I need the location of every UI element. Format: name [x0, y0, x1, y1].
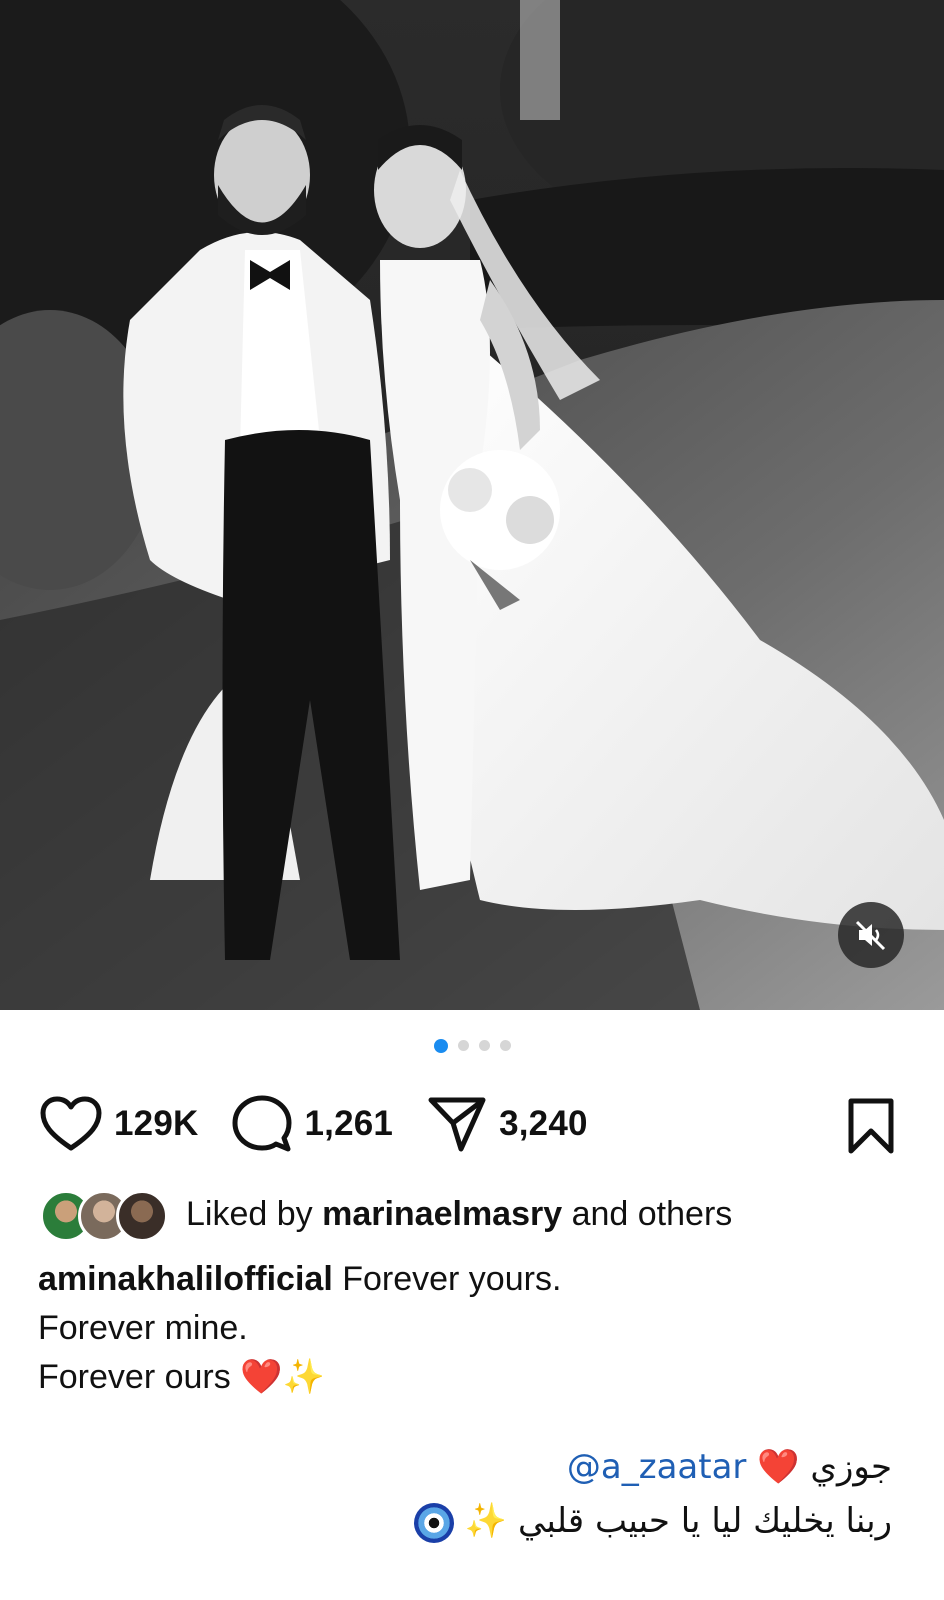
- caption-line-1: Forever yours.: [342, 1260, 562, 1298]
- carousel-dot: [457, 1040, 469, 1051]
- liked-by-text: Liked by marinaelmasry and others: [186, 1195, 732, 1234]
- sparkles-emoji: ✨: [464, 1501, 508, 1541]
- caption-line-3: Forever ours: [38, 1358, 231, 1396]
- bookmark-icon: [848, 1098, 894, 1154]
- liked-by-row[interactable]: Liked by marinaelmasry and others: [40, 1188, 904, 1242]
- caption-line-2: Forever mine.: [38, 1309, 248, 1347]
- save-bookmark-button[interactable]: [846, 1098, 896, 1159]
- comment-arabic-word: جوزي: [810, 1447, 892, 1487]
- comment-bubble-icon: [232, 1095, 292, 1152]
- liked-by-username[interactable]: marinaelmasry: [322, 1195, 562, 1233]
- carousel-dot: [499, 1040, 511, 1051]
- comment-text: جوزي ❤️ @a_zaatar ربنا يخليك ليا يا حبيب…: [40, 1440, 892, 1548]
- post-photo[interactable]: [0, 0, 944, 1010]
- avatar: [116, 1190, 168, 1242]
- wedding-photo: [0, 0, 944, 1010]
- red-heart-emoji: ❤️: [240, 1358, 283, 1396]
- comment-line-2: ربنا يخليك ليا يا حبيب قلبي ✨: [40, 1494, 892, 1548]
- post-caption: aminakhalilofficial Forever yours. Forev…: [38, 1255, 914, 1402]
- caption-author[interactable]: aminakhalilofficial: [38, 1260, 333, 1298]
- speaker-muted-icon: [855, 920, 886, 951]
- nazar-amulet-icon: [414, 1502, 455, 1543]
- comment-button[interactable]: 1,261: [232, 1094, 393, 1154]
- liker-avatars[interactable]: [40, 1188, 168, 1242]
- likes-count: 129K: [114, 1104, 199, 1143]
- comment-arabic-line: ربنا يخليك ليا يا حبيب قلبي: [518, 1501, 892, 1541]
- red-heart-emoji: ❤️: [757, 1447, 800, 1487]
- like-button[interactable]: 129K: [40, 1096, 198, 1152]
- mute-toggle-button[interactable]: [838, 902, 904, 968]
- carousel-dot: [478, 1040, 490, 1051]
- comment-line-1: جوزي ❤️ @a_zaatar: [40, 1440, 892, 1494]
- sparkles-emoji: ✨: [282, 1358, 325, 1396]
- liked-by-suffix[interactable]: and others: [572, 1195, 733, 1233]
- mention-link[interactable]: @a_zaatar: [567, 1447, 747, 1487]
- carousel-indicator: [0, 1038, 944, 1053]
- share-button[interactable]: 3,240: [427, 1095, 588, 1153]
- comments-count: 1,261: [304, 1104, 394, 1143]
- carousel-dot-active: [433, 1038, 448, 1053]
- heart-icon: [40, 1096, 102, 1151]
- shares-count: 3,240: [499, 1104, 588, 1143]
- send-paper-plane-icon: [428, 1097, 486, 1152]
- post-actions-bar: 129K 1,261 3,240: [40, 1092, 904, 1156]
- liked-by-prefix: Liked by: [186, 1194, 313, 1233]
